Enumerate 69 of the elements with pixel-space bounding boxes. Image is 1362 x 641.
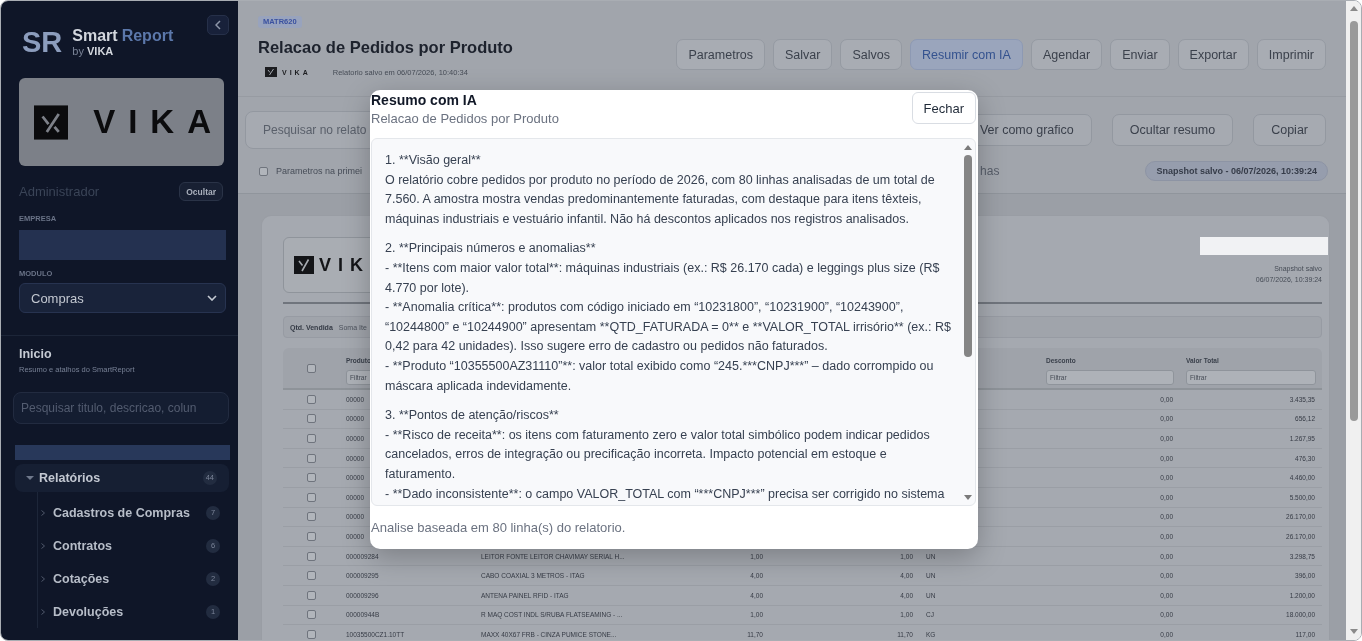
summary-paragraph: - **Produto “10355500AZ31110”**: valor total exibido como “245.***CNPJ***” – dado corrompido ou máscara aplicada indevidamente.: [385, 357, 935, 395]
summary-paragraph: - **Dado inconsistente**: o campo VALOR_TOTAL com “***CNPJ***” precisa ser corrigido no sistema: [385, 485, 946, 503]
row-checkbox[interactable]: [306, 492, 316, 502]
brand-monogram: SR: [22, 25, 63, 60]
toolbar-button[interactable]: Imprimir: [1256, 39, 1326, 70]
row-checkbox[interactable]: [306, 610, 316, 620]
summary-paragraph: - **Itens com maior valor total**: máquinas industriais (ex.: R$ 26.170 cada) e leggings plus size (R$ 4.770 por lote).: [385, 259, 941, 297]
collapse-sidebar-button[interactable]: [207, 15, 229, 35]
row-checkbox[interactable]: [306, 629, 316, 639]
chevron-left-icon: [215, 20, 221, 30]
row-checkbox[interactable]: [306, 590, 316, 600]
hide-button[interactable]: Ocultar: [179, 182, 223, 201]
module-select[interactable]: Compras: [19, 283, 226, 313]
toolbar-button[interactable]: Salvos: [840, 39, 902, 70]
brand-name: Smart: [72, 26, 118, 45]
row-checkbox[interactable]: [306, 453, 316, 463]
option-label: Parametros na primei: [276, 166, 363, 176]
summary-paragraph: - **Anomalia crítica**: produtos com código iniciado em “10231800”, “10231900”, “10243900”, “10244800” e “10244900” apresentam **QTD_FATURADA = 0** e **VALOR_TOTAL irrisório** (ex.: R$ 0,42 para 42 unidades). Isso sugere erro de cadastro ou pedidos não faturados.: [385, 299, 951, 356]
scroll-up-icon[interactable]: [1349, 6, 1358, 11]
summary-paragraph: O relatório cobre pedidos por produto no período de 2026, com 80 linhas analisadas de um total de 7.560. A amostra mostra vendas predominantemente faturadas, com destaque para itens têxteis, máquinas industriais e vestuário infantil. Não há descontos aplicados nos registros analisados.: [385, 171, 936, 228]
brand-name-accent: Report: [121, 26, 174, 45]
tree-item-label: Devoluções: [53, 604, 124, 619]
toolbar-button[interactable]: Enviar: [1110, 39, 1170, 70]
scroll-down-icon[interactable]: [964, 495, 972, 500]
scrollbar-thumb[interactable]: [964, 155, 972, 357]
tree-item-label: Relatórios: [39, 471, 101, 485]
snapshot-badge: Snapshot salvo - 06/07/2026, 10:39:24: [1145, 161, 1328, 181]
brand-byline: by VIKA: [72, 44, 115, 58]
toolbar-button[interactable]: Ocultar resumo: [1111, 114, 1234, 146]
tree-item-label: Contratos: [53, 538, 113, 553]
logo-wordmark: VIK: [319, 254, 370, 276]
option-label: has: [980, 164, 1000, 178]
dialog-title: Resumo com IA: [371, 92, 478, 109]
section-heading: 3. **Pontos de atenção/riscos**: [385, 407, 560, 425]
scrollbar-thumb[interactable]: [1349, 21, 1358, 421]
toolbar-button[interactable]: Salvar: [773, 39, 833, 70]
toolbar-button[interactable]: Parametros: [676, 39, 766, 70]
row-checkbox[interactable]: [306, 394, 316, 404]
section-heading: 2. **Principais números e anomalias**: [385, 240, 597, 258]
dialog-subtitle: Relacao de Pedidos por Produto: [371, 110, 559, 127]
row-checkbox[interactable]: [306, 551, 316, 561]
toolbar-button[interactable]: Exportar: [1177, 39, 1249, 70]
row-checkbox[interactable]: [306, 434, 316, 443]
select-all-checkbox[interactable]: [306, 363, 316, 373]
toolbar-button[interactable]: Agendar: [1030, 39, 1103, 70]
close-button[interactable]: Fechar: [911, 92, 976, 124]
logo-mark-icon: [34, 103, 69, 141]
search-field[interactable]: Pesquisar titulo, descricao, colun: [13, 392, 229, 424]
logo-wordmark: VIKA: [93, 104, 224, 140]
toolbar-button[interactable]: Resumir com IA: [910, 39, 1023, 70]
chevron-down-icon: [207, 295, 217, 301]
logo-mark-icon: [294, 256, 314, 274]
company-field[interactable]: [19, 230, 226, 260]
tree-item-label: Cadastros de Compras: [53, 505, 190, 520]
home-title[interactable]: Inicio: [19, 347, 52, 362]
row-checkbox[interactable]: [306, 571, 316, 581]
summary-paragraph: - **Risco de receita**: os itens com faturamento zero e valor total simbólico podem indicar pedidos cancelados, erros de integração ou precificação incorreta. Impacto potencial em estoque e faturamento.: [385, 426, 931, 483]
row-checkbox[interactable]: [306, 414, 316, 424]
section-heading: 1. **Visão geral**: [385, 152, 482, 169]
logo-mark-icon: [265, 67, 277, 77]
row-checkbox[interactable]: [306, 531, 316, 541]
row-checkbox[interactable]: [306, 473, 316, 483]
tree-item-label: Cotações: [53, 571, 110, 586]
checkbox[interactable]: [259, 166, 268, 176]
scroll-down-icon[interactable]: [1349, 629, 1358, 634]
dialog-footer-note: Analise baseada em 80 linha(s) do relatorio.: [371, 520, 626, 535]
row-checkbox[interactable]: [306, 512, 316, 522]
report-title: Relacao de Pedidos por Produto: [258, 37, 513, 57]
toolbar-button[interactable]: Copiar: [1253, 114, 1326, 146]
